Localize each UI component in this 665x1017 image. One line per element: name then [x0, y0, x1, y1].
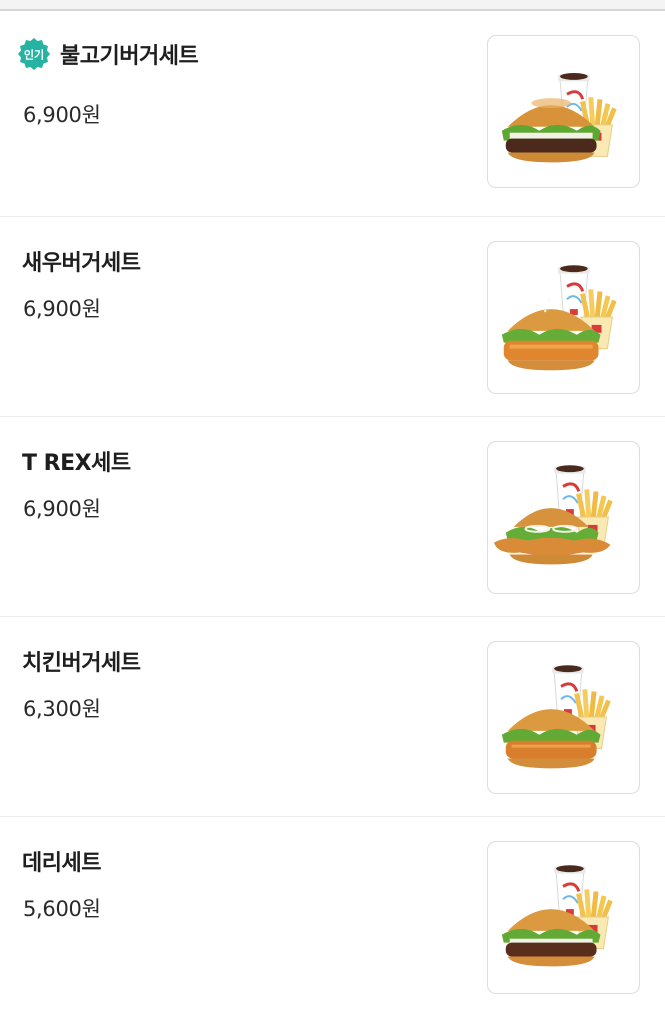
top-divider	[0, 0, 665, 11]
menu-item-price: 6,900원	[23, 297, 101, 321]
menu-item-price: 6,900원	[23, 497, 101, 521]
popular-badge-icon: 인기	[18, 38, 50, 70]
menu-item[interactable]: T REX세트 6,900원	[0, 417, 665, 617]
menu-item-name-row: 치킨버거세트	[22, 645, 141, 677]
menu-item-name-row: T REX세트	[22, 445, 131, 477]
menu-item[interactable]: 새우버거세트 6,900원	[0, 217, 665, 417]
menu-list: 인기 불고기버거세트 6,900원 새우버거세트 6,900원 T REX세트	[0, 11, 665, 1017]
popular-badge-label: 인기	[24, 48, 44, 62]
menu-item-name: 새우버거세트	[22, 251, 141, 276]
menu-item-name-row: 인기 불고기버거세트	[17, 37, 199, 71]
menu-item-name-row: 새우버거세트	[22, 245, 141, 277]
menu-item[interactable]: 치킨버거세트 6,300원	[0, 617, 665, 817]
menu-item-name: 치킨버거세트	[22, 651, 141, 676]
menu-item-price: 6,300원	[23, 697, 101, 721]
menu-item[interactable]: 데리세트 5,600원	[0, 817, 665, 1017]
menu-item-price: 5,600원	[23, 897, 101, 921]
menu-item[interactable]: 인기 불고기버거세트 6,900원	[0, 11, 665, 217]
menu-item-name: T REX세트	[22, 451, 131, 476]
t-rex-set-image[interactable]	[487, 441, 640, 594]
menu-item-name: 불고기버거세트	[60, 44, 199, 69]
bulgogi-burger-set-image[interactable]	[487, 35, 640, 188]
menu-item-name-row: 데리세트	[22, 845, 101, 877]
shrimp-burger-set-image[interactable]	[487, 241, 640, 394]
menu-item-price: 6,900원	[23, 103, 101, 127]
teri-set-image[interactable]	[487, 841, 640, 994]
menu-item-name: 데리세트	[22, 851, 101, 876]
chicken-burger-set-image[interactable]	[487, 641, 640, 794]
